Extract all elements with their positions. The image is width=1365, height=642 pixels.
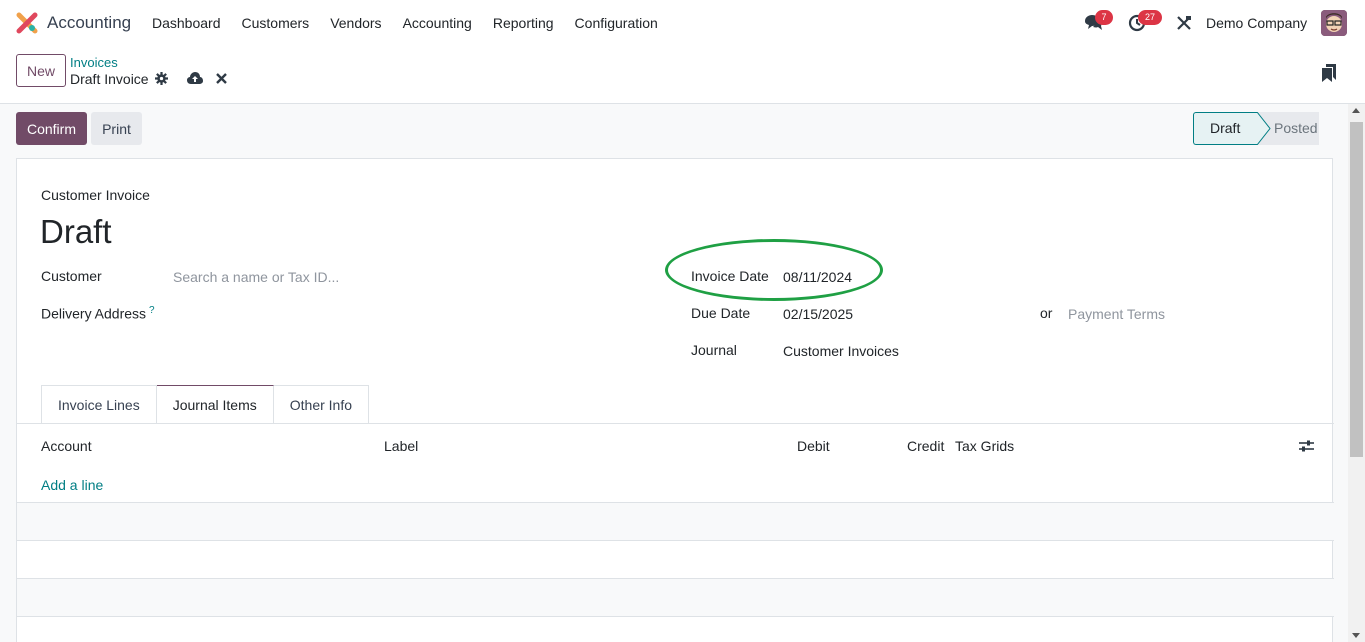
page-scrollbar[interactable] [1348,104,1365,642]
menu-dashboard[interactable]: Dashboard [152,15,221,31]
top-navbar: Accounting Dashboard Customers Vendors A… [0,0,1365,46]
form-sheet: Customer Invoice Draft Customer Search a… [16,158,1334,642]
status-bar: Draft Posted [1193,112,1319,145]
status-arrow-icon [1257,112,1271,145]
or-label: or [1040,305,1053,321]
delivery-address-text: Delivery Address [41,305,147,322]
status-draft[interactable]: Draft [1193,112,1257,145]
help-tooltip-icon[interactable]: ? [149,305,155,316]
add-line-link[interactable]: Add a line [41,477,103,493]
gear-icon[interactable] [155,72,168,85]
scroll-thumb[interactable] [1350,122,1363,457]
tab-journal-items[interactable]: Journal Items [156,385,274,424]
payment-terms-input[interactable]: Payment Terms [1068,306,1165,322]
customer-label: Customer [41,268,102,284]
menu-vendors[interactable]: Vendors [330,15,381,31]
table-row [17,503,1334,540]
save-cloud-icon[interactable] [187,72,203,85]
column-label[interactable]: Label [384,438,418,454]
row-divider [17,616,1334,617]
menu-configuration[interactable]: Configuration [575,15,658,31]
discard-close-icon[interactable] [216,73,227,84]
company-switcher[interactable]: Demo Company [1206,15,1307,31]
tab-other-info[interactable]: Other Info [273,385,370,424]
column-credit[interactable]: Credit [907,438,944,454]
table-row [17,579,1334,616]
accounting-app-icon[interactable] [16,12,38,34]
delivery-address-label: Delivery Address? [41,305,155,322]
document-title: Draft [40,213,112,250]
column-debit[interactable]: Debit [797,438,830,454]
notebook-tabs: Invoice Lines Journal Items Other Info [41,385,370,424]
column-tax-grids[interactable]: Tax Grids [955,438,1014,454]
menu-accounting[interactable]: Accounting [403,15,472,31]
journal-field[interactable]: Customer Invoices [783,343,899,359]
app-name[interactable]: Accounting [47,13,131,33]
debug-tools-icon[interactable] [1176,15,1192,31]
main-menu: Dashboard Customers Vendors Accounting R… [152,15,679,31]
new-button[interactable]: New [16,54,66,87]
user-avatar-icon [1321,10,1347,36]
tabs-divider [17,423,1334,424]
due-date-field[interactable]: 02/15/2025 [783,306,853,322]
due-date-label: Due Date [691,305,751,321]
scroll-up-icon[interactable] [1352,108,1360,113]
user-avatar[interactable] [1321,10,1347,36]
breadcrumb-invoices[interactable]: Invoices [70,55,118,70]
customer-input[interactable]: Search a name or Tax ID... [173,269,339,285]
menu-customers[interactable]: Customers [242,15,310,31]
column-settings-icon[interactable] [1299,439,1314,453]
column-account[interactable]: Account [41,438,92,454]
print-button[interactable]: Print [91,112,142,145]
annotation-circle [665,239,883,301]
breadcrumb-current: Draft Invoice [70,71,149,87]
chat-count-badge: 7 [1095,10,1113,25]
activity-count-badge: 27 [1138,10,1162,25]
row-divider [17,540,1334,541]
control-panel: New Invoices Draft Invoice [0,46,1365,104]
tab-invoice-lines[interactable]: Invoice Lines [41,385,157,424]
journal-label: Journal [691,342,737,358]
bookmark-icon[interactable] [1322,64,1336,82]
confirm-button[interactable]: Confirm [16,112,87,145]
scroll-down-icon[interactable] [1352,633,1360,638]
document-type: Customer Invoice [41,187,150,203]
menu-reporting[interactable]: Reporting [493,15,554,31]
